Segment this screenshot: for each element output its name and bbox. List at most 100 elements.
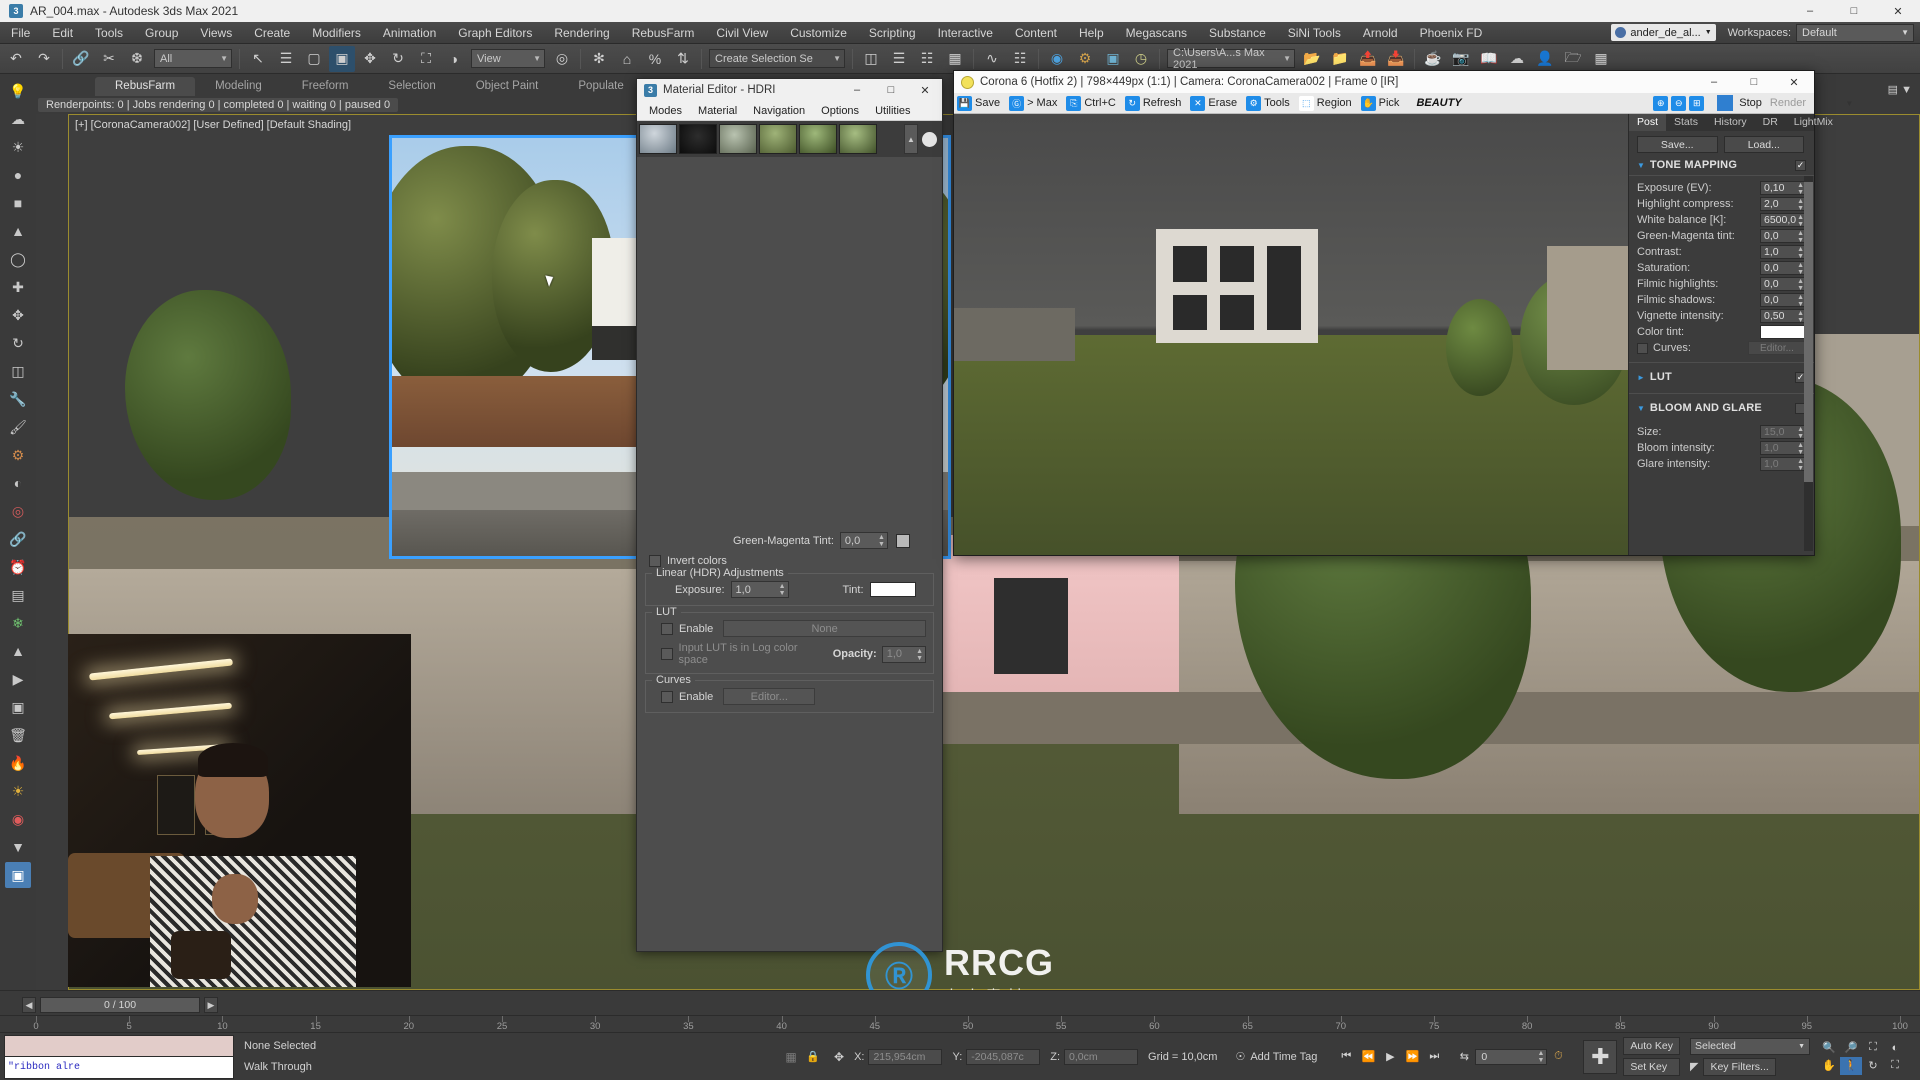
more-tools-icon[interactable]: ▼ (5, 834, 31, 860)
menu-substance[interactable]: Substance (1198, 22, 1277, 44)
go-to-start-icon[interactable]: ⏮ (1335, 1048, 1357, 1066)
listener-input-pane[interactable]: "ribbon alre (4, 1057, 234, 1079)
teapot-icon[interactable]: ☕ (1420, 46, 1446, 72)
field-of-view-icon[interactable]: ◐ (1884, 1039, 1906, 1057)
angle-snap-icon[interactable]: ⌂ (614, 46, 640, 72)
menu-customize[interactable]: Customize (779, 22, 858, 44)
walk-through-icon[interactable]: 🚶 (1840, 1056, 1862, 1075)
maximize-viewport-icon[interactable]: ⛶ (1884, 1057, 1906, 1075)
play-icon[interactable]: ▶ (5, 666, 31, 692)
project-folder-select[interactable]: C:\Users\A...s Max 2021 ▼ (1167, 47, 1295, 71)
color-tint-swatch[interactable] (1760, 325, 1806, 339)
open-file-icon[interactable]: 📂 (1299, 46, 1325, 72)
menu-sini-tools[interactable]: SiNi Tools (1277, 22, 1352, 44)
minimize-button[interactable]: – (1788, 0, 1832, 22)
add-key-button[interactable]: ✚ (1583, 1039, 1618, 1074)
tone-mapping-checkbox[interactable]: ✓ (1795, 159, 1806, 171)
opacity-input[interactable]: 1,0 ▲ ▼ (881, 645, 926, 663)
tree-icon[interactable]: ▲ (5, 638, 31, 664)
spinner-icon[interactable]: ▲ ▼ (779, 583, 786, 597)
filmic-highlights-input[interactable]: 0,0 ▲ ▼ (1760, 277, 1806, 292)
leaf-icon[interactable]: ❄ (5, 610, 31, 636)
lock-icon[interactable]: 🔒 (804, 1048, 822, 1066)
ribbon-tab-selection[interactable]: Selection (368, 77, 455, 96)
lut-log-space-checkbox[interactable] (661, 648, 673, 660)
timeline-prev-icon[interactable]: ◀ (22, 997, 36, 1013)
expand-triangle-icon[interactable]: ► (1637, 373, 1645, 382)
wrench-icon[interactable]: 🔧 (5, 386, 31, 412)
user-account-button[interactable]: ander_de_al... ▼ (1611, 24, 1716, 41)
go-to-end-icon[interactable]: ⏭ (1423, 1048, 1445, 1066)
spinner-icon[interactable]: ▲ ▼ (1797, 246, 1804, 260)
mirror-icon[interactable]: ◫ (858, 46, 884, 72)
percent-snap-icon[interactable]: % (642, 46, 668, 72)
sun2-icon[interactable]: ☀ (5, 778, 31, 804)
align-icon[interactable]: ☰ (886, 46, 912, 72)
timeline-ruler[interactable]: 0 5 10 15 20 25 30 35 40 45 50 55 60 65 70 75 80 85 90 95 10… (0, 1015, 1920, 1033)
listener-output-pane[interactable] (4, 1034, 234, 1057)
menu-interactive[interactable]: Interactive (927, 22, 1004, 44)
rendered-frame-window-icon[interactable]: ▣ (1100, 46, 1126, 72)
tab-lightmix[interactable]: LightMix (1786, 114, 1841, 131)
book-icon[interactable]: 📖 (1476, 46, 1502, 72)
vfb-pick-button[interactable]: ✋ Pick (1360, 95, 1405, 111)
spinner-icon[interactable]: ▲ ▼ (1797, 310, 1804, 324)
selection-filter-select[interactable]: All ▼ (154, 49, 232, 68)
scene-explorer-icon[interactable]: ▦ (942, 46, 968, 72)
menu-help[interactable]: Help (1068, 22, 1115, 44)
absolute-relative-mode-icon[interactable]: ✥ (830, 1048, 848, 1066)
highlight-compress-input[interactable]: 2,0 ▲ ▼ (1760, 197, 1806, 212)
schematic-view-icon[interactable]: ☷ (1007, 46, 1033, 72)
key-tangent-icon[interactable]: ◤ (1690, 1060, 1698, 1073)
current-frame-input[interactable]: 0 ▲ ▼ (1475, 1048, 1548, 1065)
set-key-button[interactable]: Set Key (1623, 1058, 1680, 1076)
pan-view-icon[interactable]: ✋ (1818, 1057, 1840, 1075)
chevron-down-icon[interactable]: ▼ (1845, 99, 1853, 108)
spinner-icon[interactable]: ▲ ▼ (1797, 426, 1804, 440)
select-object-icon[interactable]: ↖ (245, 46, 271, 72)
import-file-icon[interactable]: 📤 (1355, 46, 1381, 72)
unlink-icon[interactable]: ✂ (96, 46, 122, 72)
timeline-next-icon[interactable]: ▶ (204, 997, 218, 1013)
close-button[interactable]: ✕ (1876, 0, 1920, 22)
spinner-icon[interactable]: ▲ ▼ (1797, 198, 1804, 212)
ribbon-tab-rebusfarm[interactable]: RebusFarm (95, 77, 196, 96)
ribbon-options-icon[interactable]: ▤ ▼ (1888, 83, 1912, 96)
lut-file-field[interactable]: None (723, 620, 926, 637)
layer-explorer-icon[interactable]: ☷ (914, 46, 940, 72)
vfb-render-image[interactable] (954, 114, 1628, 555)
zoom-all-icon[interactable]: 🔎 (1840, 1039, 1862, 1057)
lut-enable-checkbox[interactable] (661, 622, 673, 635)
layers-icon[interactable]: ▤ (5, 582, 31, 608)
select-and-rotate-icon[interactable]: ↻ (385, 46, 411, 72)
ribbon-tab-object-paint[interactable]: Object Paint (456, 77, 559, 96)
active-tool-icon[interactable]: ▣ (5, 862, 31, 888)
exposure-ev-input[interactable]: 0,10 ▲ ▼ (1760, 181, 1806, 196)
cylinder-icon[interactable]: ◐ (5, 470, 31, 496)
menu-file[interactable]: File (0, 22, 41, 44)
gear-orange-icon[interactable]: ⚙ (5, 442, 31, 468)
invert-colors-row[interactable]: Invert colors (637, 555, 942, 567)
camera-icon[interactable]: 📷 (1448, 46, 1474, 72)
fire-icon[interactable]: 🔥 (5, 750, 31, 776)
coord-z-input[interactable]: 0,0cm (1064, 1048, 1139, 1065)
post-curves-checkbox[interactable]: ✓ (1637, 342, 1648, 354)
menu-utilities[interactable]: Utilities (867, 105, 918, 117)
sun-icon[interactable]: ☀ (5, 134, 31, 160)
vfb-erase-button[interactable]: ✕ Erase (1190, 95, 1242, 111)
tab-history[interactable]: History (1706, 114, 1755, 131)
collapse-triangle-icon[interactable]: ▼ (1637, 161, 1645, 170)
trash-icon[interactable]: 🗑 (5, 722, 31, 748)
menu-edit[interactable]: Edit (41, 22, 84, 44)
menu-options[interactable]: Options (813, 105, 867, 117)
material-slot[interactable] (839, 124, 877, 154)
material-editor-icon[interactable]: ◉ (1044, 46, 1070, 72)
tint-swatch[interactable] (869, 582, 916, 597)
spotlight-icon[interactable]: ☁ (5, 106, 31, 132)
menu-graph-editors[interactable]: Graph Editors (447, 22, 543, 44)
ribbon-tab-modeling[interactable]: Modeling (195, 77, 282, 96)
folder-open-icon[interactable]: 🗁 (1560, 46, 1586, 72)
sphere-icon[interactable]: ● (5, 162, 31, 188)
white-balance-input[interactable]: 6500,0 ▲ ▼ (1760, 213, 1806, 228)
vfb-stop-label[interactable]: Stop (1739, 97, 1762, 109)
